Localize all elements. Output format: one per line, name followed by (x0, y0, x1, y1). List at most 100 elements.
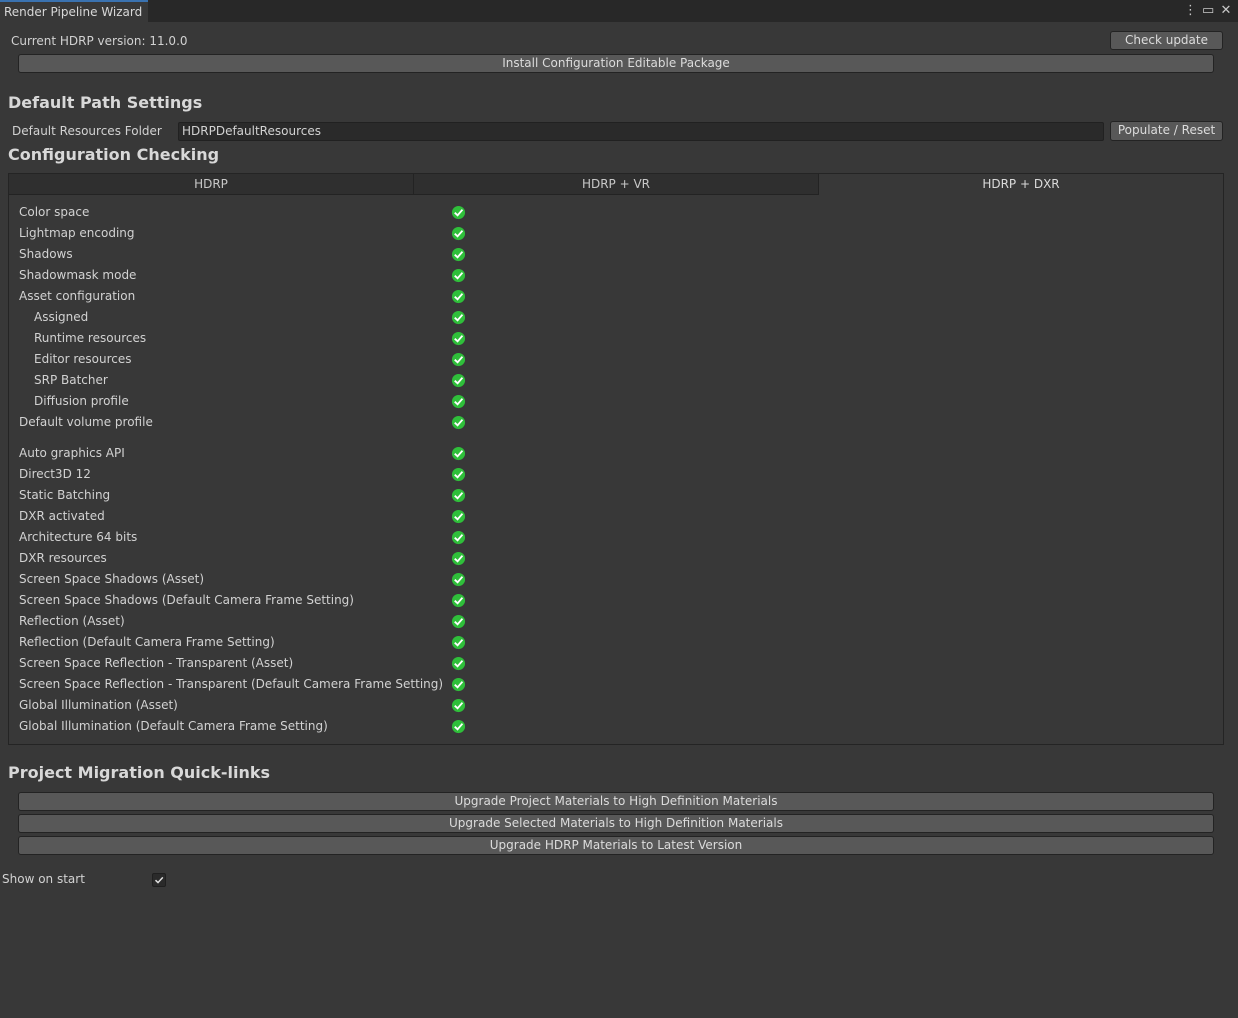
check-ok-icon (451, 467, 466, 482)
check-row: Shadowmask mode (19, 265, 479, 286)
check-ok-icon (451, 394, 466, 409)
hdrp-version-text: Current HDRP version: 11.0.0 (11, 34, 188, 48)
tab-hdrp-vr[interactable]: HDRP + VR (414, 174, 819, 195)
check-ok-icon (451, 310, 466, 325)
check-ok-icon (451, 698, 466, 713)
check-ok-icon (451, 572, 466, 587)
check-label: Architecture 64 bits (19, 530, 138, 544)
upgrade-hdrp-materials-button[interactable]: Upgrade HDRP Materials to Latest Version (18, 836, 1214, 855)
show-on-start-checkbox[interactable] (152, 873, 166, 887)
tab-hdrp[interactable]: HDRP (9, 174, 414, 195)
check-row: Reflection (Default Camera Frame Setting… (19, 632, 479, 653)
check-label: Shadowmask mode (19, 268, 137, 282)
check-row: Default volume profile (19, 412, 479, 433)
check-ok-icon (451, 593, 466, 608)
check-ok-icon (451, 331, 466, 346)
check-label: Direct3D 12 (19, 467, 91, 481)
check-row: SRP Batcher (19, 370, 479, 391)
default-resources-field[interactable]: HDRPDefaultResources (178, 122, 1104, 141)
check-row: Screen Space Shadows (Asset) (19, 569, 479, 590)
check-update-button[interactable]: Check update (1110, 31, 1223, 50)
check-row: Shadows (19, 244, 479, 265)
populate-reset-button[interactable]: Populate / Reset (1110, 121, 1223, 141)
check-ok-icon (451, 614, 466, 629)
config-panel: HDRP HDRP + VR HDRP + DXR Color space Lig… (8, 173, 1224, 745)
check-ok-icon (451, 352, 466, 367)
check-label: Screen Space Reflection - Transparent (D… (19, 677, 444, 691)
check-ok-icon (451, 635, 466, 650)
check-ok-icon (451, 677, 466, 692)
check-label: Lightmap encoding (19, 226, 135, 240)
check-label: Diffusion profile (34, 394, 129, 408)
check-row: Editor resources (19, 349, 479, 370)
check-label: Editor resources (34, 352, 132, 366)
check-row: Global Illumination (Asset) (19, 695, 479, 716)
check-ok-icon (451, 247, 466, 262)
check-label: Assigned (34, 310, 89, 324)
check-row: Lightmap encoding (19, 223, 479, 244)
check-ok-icon (451, 509, 466, 524)
more-options-icon[interactable]: ⋮ (1184, 2, 1197, 20)
check-row: Global Illumination (Default Camera Fram… (19, 716, 479, 737)
maximize-icon[interactable]: ▭ (1202, 2, 1214, 20)
config-tabs: HDRP HDRP + VR HDRP + DXR (9, 174, 1223, 195)
check-row: DXR activated (19, 506, 479, 527)
check-ok-icon (451, 488, 466, 503)
check-row: Screen Space Shadows (Default Camera Fra… (19, 590, 479, 611)
check-label: Asset configuration (19, 289, 136, 303)
window-tab[interactable]: Render Pipeline Wizard (0, 0, 148, 22)
check-row: Architecture 64 bits (19, 527, 479, 548)
check-row: Diffusion profile (19, 391, 479, 412)
check-ok-icon (451, 205, 466, 220)
check-ok-icon (451, 289, 466, 304)
upgrade-selected-materials-button[interactable]: Upgrade Selected Materials to High Defin… (18, 814, 1214, 833)
check-ok-icon (451, 415, 466, 430)
check-row: Reflection (Asset) (19, 611, 479, 632)
check-label: DXR activated (19, 509, 105, 523)
check-ok-icon (451, 719, 466, 734)
check-label: Static Batching (19, 488, 111, 502)
check-ok-icon (451, 226, 466, 241)
window-controls: ⋮ ▭ ✕ (1184, 2, 1232, 20)
check-label: Color space (19, 205, 90, 219)
check-row: Direct3D 12 (19, 464, 479, 485)
window-title: Render Pipeline Wizard (4, 5, 143, 19)
check-label: Global Illumination (Default Camera Fram… (19, 719, 328, 733)
check-label: Reflection (Default Camera Frame Setting… (19, 635, 275, 649)
check-row: Runtime resources (19, 328, 479, 349)
check-ok-icon (451, 268, 466, 283)
close-icon[interactable]: ✕ (1220, 2, 1232, 20)
check-ok-icon (451, 656, 466, 671)
check-row: Asset configuration (19, 286, 479, 307)
show-on-start-label: Show on start (2, 872, 85, 886)
install-package-button[interactable]: Install Configuration Editable Package (18, 54, 1214, 73)
config-heading: Configuration Checking (8, 145, 220, 164)
check-row: DXR resources (19, 548, 479, 569)
check-row: Assigned (19, 307, 479, 328)
check-label: Screen Space Shadows (Default Camera Fra… (19, 593, 354, 607)
checkmark-icon (154, 876, 164, 884)
check-ok-icon (451, 551, 466, 566)
check-row: Screen Space Reflection - Transparent (D… (19, 674, 479, 695)
check-row: Screen Space Reflection - Transparent (A… (19, 653, 479, 674)
check-label: Reflection (Asset) (19, 614, 125, 628)
check-ok-icon (451, 530, 466, 545)
check-label: Global Illumination (Asset) (19, 698, 178, 712)
check-label: Screen Space Reflection - Transparent (A… (19, 656, 294, 670)
upgrade-project-materials-button[interactable]: Upgrade Project Materials to High Defini… (18, 792, 1214, 811)
window-titlebar: Render Pipeline Wizard ⋮ ▭ ✕ (0, 0, 1238, 22)
check-ok-icon (451, 446, 466, 461)
check-label: Shadows (19, 247, 73, 261)
check-row: Auto graphics API (19, 443, 479, 464)
check-label: Screen Space Shadows (Asset) (19, 572, 205, 586)
check-label: DXR resources (19, 551, 107, 565)
check-label: Default volume profile (19, 415, 153, 429)
migration-heading: Project Migration Quick-links (8, 763, 271, 782)
check-ok-icon (451, 373, 466, 388)
check-row: Static Batching (19, 485, 479, 506)
default-path-heading: Default Path Settings (8, 93, 203, 112)
check-row: Color space (19, 202, 479, 223)
check-label: Runtime resources (34, 331, 147, 345)
tab-hdrp-dxr[interactable]: HDRP + DXR (819, 174, 1223, 195)
default-resources-label: Default Resources Folder (12, 124, 162, 138)
